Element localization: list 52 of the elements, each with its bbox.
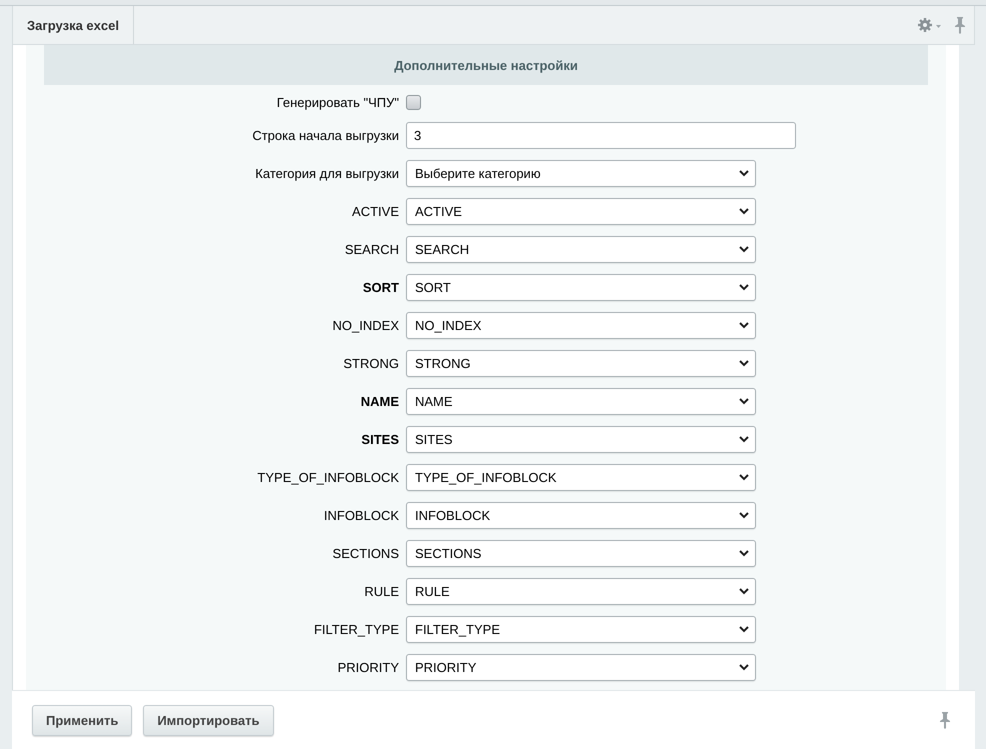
- field-label: Строка начала выгрузки: [251, 128, 400, 142]
- chevron-down-icon: [739, 474, 749, 480]
- select-field[interactable]: NAME: [406, 388, 756, 414]
- chevron-down-icon: [739, 246, 749, 252]
- select-field[interactable]: SECTIONS: [406, 540, 756, 566]
- field-label: RULE: [363, 584, 400, 598]
- field-label: NAME: [360, 394, 400, 408]
- field-label: TYPE_OF_INFOBLOCK: [256, 470, 400, 484]
- field-label: Генерировать "ЧПУ": [276, 95, 400, 110]
- field-label: STRONG: [342, 356, 400, 370]
- chevron-down-icon: [739, 208, 749, 214]
- field-label: SORT: [362, 280, 400, 294]
- chevron-down-icon: [739, 322, 749, 328]
- footer-button[interactable]: Импортировать: [143, 704, 274, 736]
- field-label: Категория для выгрузки: [254, 166, 400, 180]
- chevron-down-icon: [739, 398, 749, 404]
- select-field[interactable]: Выберите категорию: [406, 160, 756, 186]
- settings-icon[interactable]: [918, 18, 942, 32]
- select-field[interactable]: STRONG: [406, 350, 756, 376]
- pin-icon[interactable]: [939, 711, 951, 729]
- section-header: Дополнительные настройки: [44, 45, 928, 85]
- field-label: NO_INDEX: [332, 318, 400, 332]
- input-field[interactable]: 3: [406, 122, 796, 148]
- chevron-down-icon: [739, 360, 749, 366]
- field-label: ACTIVE: [351, 204, 400, 218]
- chevron-down-icon: [739, 170, 749, 176]
- select-field[interactable]: TYPE_OF_INFOBLOCK: [406, 464, 756, 490]
- select-field[interactable]: SEARCH: [406, 236, 756, 262]
- chevron-down-icon: [739, 626, 749, 632]
- chevron-down-icon: [739, 588, 749, 594]
- chevron-down-icon: [739, 284, 749, 290]
- field-label: SECTIONS: [332, 546, 400, 560]
- chevron-down-icon: [739, 664, 749, 670]
- select-field[interactable]: NO_INDEX: [406, 312, 756, 338]
- select-field[interactable]: INFOBLOCK: [406, 502, 756, 528]
- select-field[interactable]: FILTER_TYPE: [406, 616, 756, 642]
- select-field[interactable]: ACTIVE: [406, 198, 756, 224]
- checkbox[interactable]: [406, 95, 421, 110]
- chevron-down-icon: [739, 436, 749, 442]
- footer-button[interactable]: Применить: [32, 704, 132, 736]
- field-label: FILTER_TYPE: [312, 622, 400, 636]
- select-field[interactable]: SORT: [406, 274, 756, 300]
- chevron-down-icon: [739, 512, 749, 518]
- select-field[interactable]: SITES: [406, 426, 756, 452]
- select-field[interactable]: RULE: [406, 578, 756, 604]
- chevron-down-icon: [739, 550, 749, 556]
- pin-icon[interactable]: [954, 16, 966, 34]
- select-field[interactable]: PRIORITY: [406, 654, 756, 680]
- field-label: INFOBLOCK: [322, 508, 400, 522]
- field-label: SEARCH: [344, 242, 400, 256]
- field-label: SITES: [360, 432, 400, 446]
- field-label: PRIORITY: [336, 660, 400, 674]
